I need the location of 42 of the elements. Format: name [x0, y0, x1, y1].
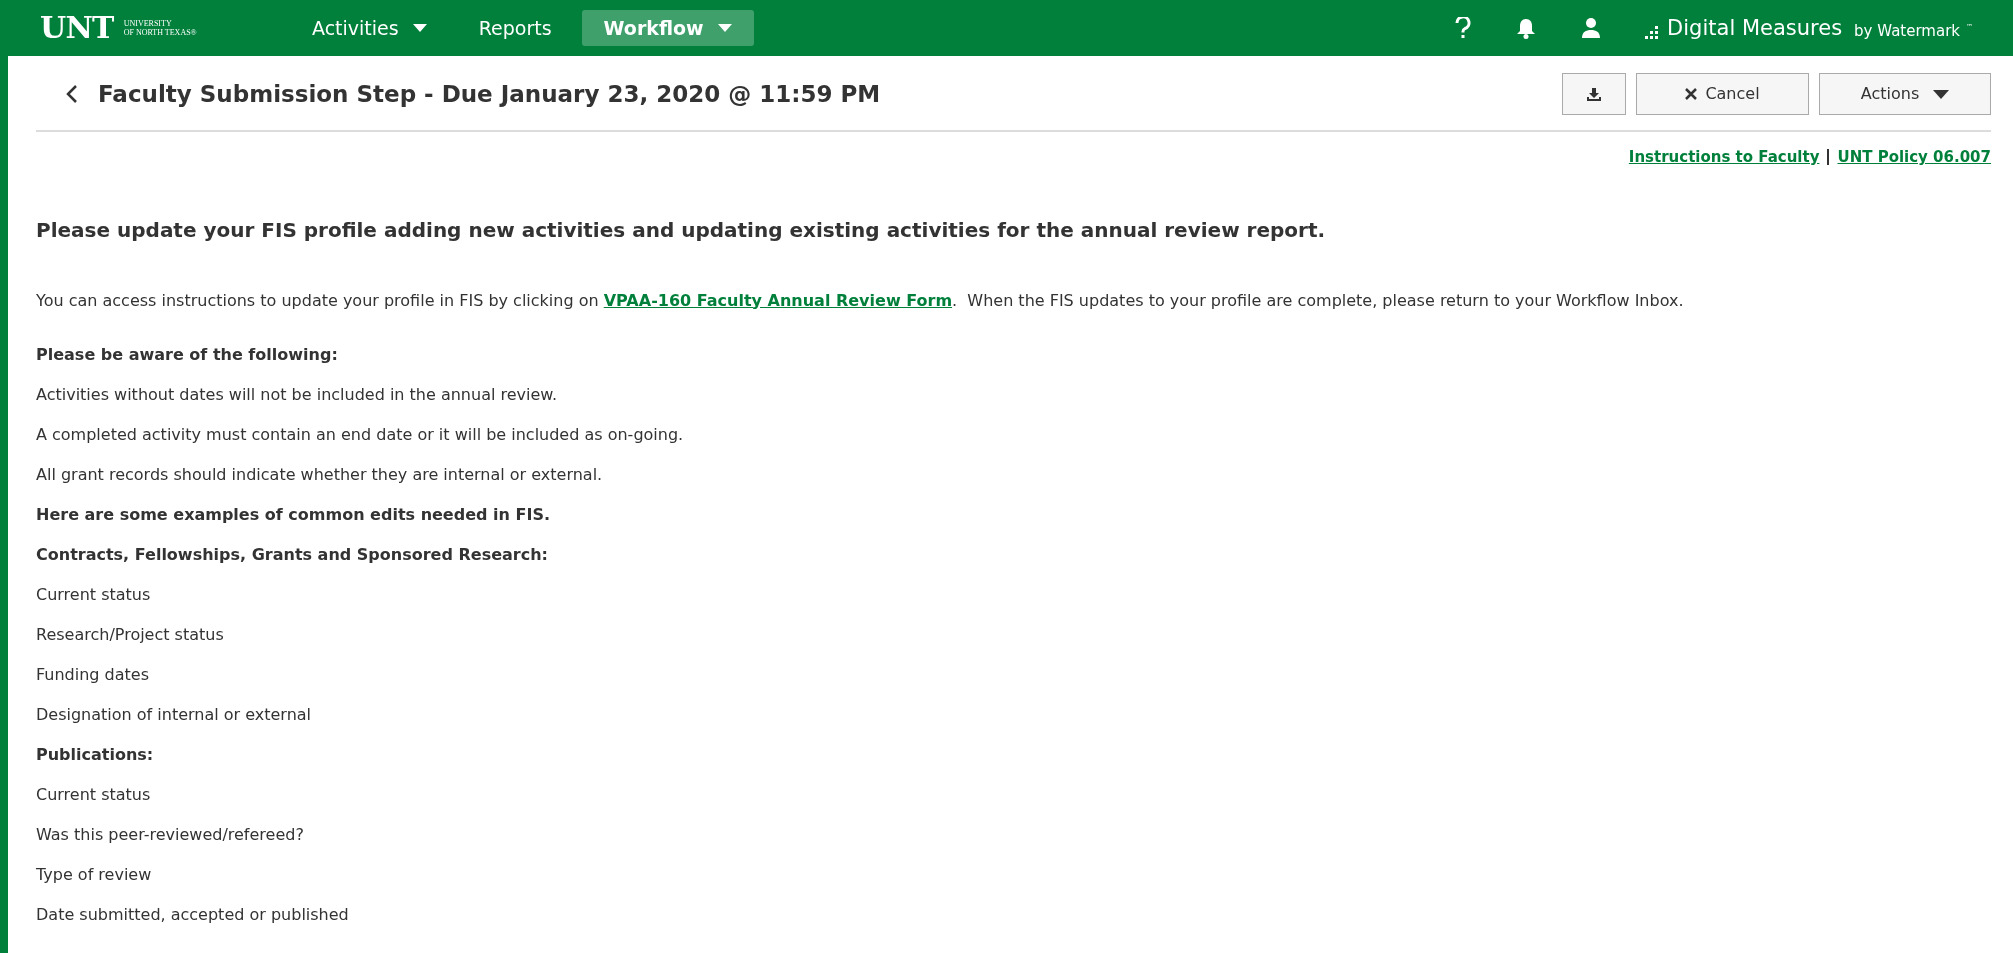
- caret-icon: [717, 24, 732, 32]
- text-line: All grant records should indicate whether they are internal or external.: [36, 463, 604, 486]
- instructions-link[interactable]: Instructions to Faculty: [1628, 146, 1820, 169]
- download-icon: [1587, 87, 1601, 101]
- text-line: Research/Project status: [36, 623, 225, 646]
- text-line: Type of review: [36, 863, 153, 886]
- text-line: A completed activity must contain an end date or it will be included as on-going.: [36, 423, 685, 446]
- nav-tab[interactable]: Workflow: [581, 10, 754, 46]
- nav-tab[interactable]: Reports: [456, 10, 574, 46]
- caret-icon: [412, 24, 427, 32]
- policy-link[interactable]: UNT Policy 06.007: [1837, 146, 1991, 169]
- text-line: Funding dates: [36, 663, 150, 686]
- bell-icon[interactable]: [1515, 17, 1538, 39]
- text-line: Designation of internal or external: [36, 703, 313, 726]
- user-icon[interactable]: [1581, 17, 1602, 39]
- logo[interactable]: UNT: [40, 13, 114, 43]
- caret-icon: [1933, 89, 1950, 99]
- subheading: Here are some examples of common edits needed in FIS.: [36, 503, 551, 526]
- form-link[interactable]: VPAA-160 Faculty Annual Review Form: [603, 290, 953, 310]
- cancel-button[interactable]: Cancel: [1636, 73, 1809, 115]
- logo-subtitle: OF NORTH TEXAS®: [123, 28, 197, 37]
- help-icon[interactable]: [1455, 17, 1472, 39]
- text-line: Was this peer-reviewed/refereed?: [36, 823, 305, 846]
- text-line: Current status: [36, 783, 152, 806]
- download-button[interactable]: [1562, 73, 1626, 115]
- page-title: Faculty Submission Step - Due January 23, 2020 @ 11:59 PM: [98, 79, 881, 109]
- text-line: Date submitted, accepted or published: [36, 903, 350, 926]
- back-icon[interactable]: [66, 84, 78, 104]
- text-line: Activities without dates will not be included in the annual review.: [36, 383, 558, 406]
- actions-button[interactable]: Actions: [1819, 73, 1991, 115]
- close-icon: [1685, 88, 1698, 100]
- nav-tab[interactable]: Activities: [290, 10, 449, 46]
- logo-subtitle: UNIVERSITY: [123, 19, 173, 28]
- brand-suffix: by Watermark: [1854, 23, 1960, 39]
- intro-paragraph: You can access instructions to update your profile in FIS by clicking on VPAA-160 Faculty Annual Review Form. When the FIS updates to your profile are complete, please return to your Workflow Inbox.: [36, 289, 1685, 312]
- subheading: Contracts, Fellowships, Grants and Sponsored Research:: [36, 543, 549, 566]
- link-separator: [1827, 149, 1830, 166]
- subheading: Please be aware of the following:: [36, 343, 339, 366]
- text-line: Current status: [36, 583, 152, 606]
- brand-name: Digital Measures: [1667, 17, 1843, 39]
- subheading: Publications:: [36, 743, 155, 766]
- section-heading: Please update your FIS profile adding new activities and updating existing activities for the annual review report.: [36, 216, 1327, 244]
